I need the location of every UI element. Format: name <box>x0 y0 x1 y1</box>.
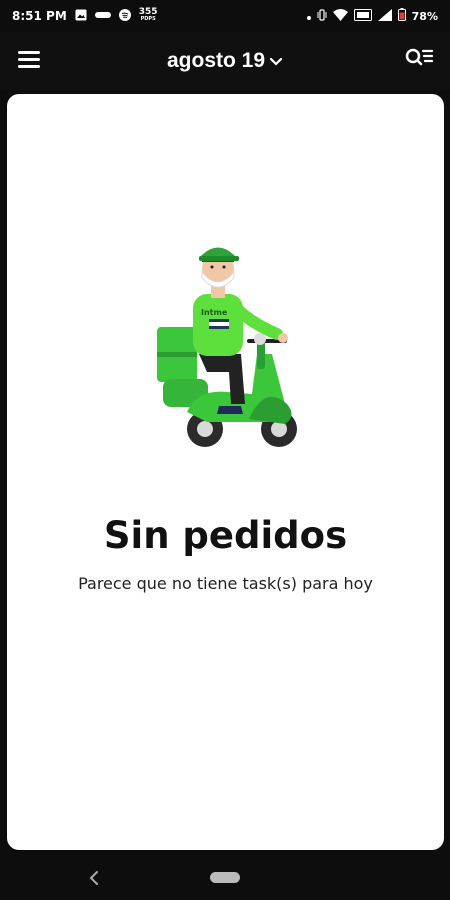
notification-icon <box>94 9 111 23</box>
vibrate-icon <box>317 8 327 24</box>
main-card: Intme Sin pedidos Parece que no tiene ta… <box>7 94 444 850</box>
signal-icon <box>377 8 392 24</box>
status-right: 78% <box>306 8 438 24</box>
empty-state-title: Sin pedidos <box>103 514 348 557</box>
badge-bottom: PDPS <box>140 16 156 22</box>
search-list-icon <box>405 48 434 66</box>
status-left: 8:51 PM 355 PDPS <box>12 7 158 24</box>
battery-percent: 78% <box>411 9 438 23</box>
menu-button[interactable] <box>18 51 42 71</box>
empty-state-subtitle: Parece que no tiene task(s) para hoy <box>78 574 373 593</box>
back-chevron-icon <box>89 871 98 885</box>
date-selector[interactable]: agosto 19 <box>167 49 283 73</box>
wifi-icon <box>332 8 348 24</box>
image-icon <box>75 9 87 24</box>
badge-top: 355 <box>138 7 158 17</box>
app-header: agosto 19 <box>0 32 450 90</box>
delivery-scooter-illustration: Intme <box>157 244 303 454</box>
volte-icon <box>353 8 372 24</box>
back-button[interactable] <box>88 867 100 891</box>
status-time: 8:51 PM <box>12 9 67 23</box>
hamburger-icon <box>18 51 40 54</box>
system-nav-bar <box>0 855 450 900</box>
home-pill-button[interactable] <box>210 872 240 883</box>
pdps-badge: 355 PDPS <box>138 7 158 23</box>
header-date: agosto 19 <box>166 49 266 72</box>
chevron-down-icon <box>269 49 283 73</box>
dot-icon <box>306 10 311 23</box>
search-list-button[interactable] <box>404 46 434 72</box>
battery-icon <box>397 8 406 24</box>
spotify-icon <box>118 8 131 24</box>
status-bar: 8:51 PM 355 PDPS 78% <box>0 0 450 32</box>
shirt-logo-text: Intme <box>201 308 228 317</box>
